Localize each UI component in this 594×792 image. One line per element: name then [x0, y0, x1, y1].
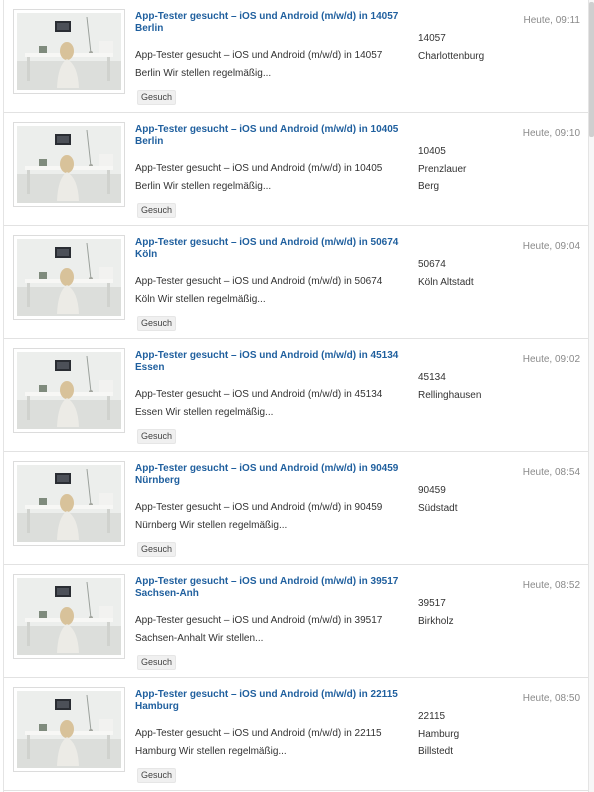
listing-results: App-Tester gesucht – iOS und Android (m/… — [3, 0, 589, 792]
listing-postal-code: 22115 — [418, 711, 446, 722]
listing-thumbnail[interactable] — [13, 687, 125, 772]
listing-thumbnail[interactable] — [13, 461, 125, 546]
listing-title-link[interactable]: App-Tester gesucht – iOS und Android (m/… — [135, 576, 415, 600]
listing-postal-code: 10405 — [418, 146, 446, 157]
listing-type-badge: Gesuch — [137, 90, 177, 105]
listing-description-line: App-Tester gesucht – iOS und Android (m/… — [135, 502, 383, 513]
scrollbar[interactable] — [589, 0, 594, 792]
listing-location: 50674 Köln Altstadt — [418, 256, 518, 291]
listing-district: Hamburg — [418, 728, 460, 740]
listing-thumbnail[interactable] — [13, 235, 125, 320]
listing-type-badge: Gesuch — [137, 655, 177, 670]
listing-thumbnail[interactable] — [13, 574, 125, 659]
listing-type-badge: Gesuch — [137, 316, 177, 331]
listing-location: 10405 Prenzlauer Berg — [418, 143, 518, 196]
listing-district: Köln Altstadt — [418, 276, 474, 288]
listing-description-line: App-Tester gesucht – iOS und Android (m/… — [135, 50, 383, 61]
listing-description-line: App-Tester gesucht – iOS und Android (m/… — [135, 615, 383, 626]
listing-row[interactable]: App-Tester gesucht – iOS und Android (m/… — [4, 226, 588, 339]
listing-timestamp: Heute, 09:11 — [523, 15, 580, 26]
listing-row[interactable]: App-Tester gesucht – iOS und Android (m/… — [4, 678, 588, 791]
listing-title-link[interactable]: App-Tester gesucht – iOS und Android (m/… — [135, 237, 415, 261]
listing-description: App-Tester gesucht – iOS und Android (m/… — [135, 160, 410, 195]
listing-district: Birkholz — [418, 615, 454, 627]
listing-description-line: Berlin Wir stellen regelmäßig... — [135, 180, 272, 192]
listing-description-line: Sachsen-Anhalt Wir stellen... — [135, 632, 264, 644]
listing-thumbnail[interactable] — [13, 9, 125, 94]
listing-type-badge: Gesuch — [137, 429, 177, 444]
listing-postal-code: 14057 — [418, 33, 446, 44]
listing-description: App-Tester gesucht – iOS und Android (m/… — [135, 47, 410, 82]
listing-description-line: Köln Wir stellen regelmäßig... — [135, 293, 266, 305]
listing-description-line: Hamburg Wir stellen regelmäßig... — [135, 745, 287, 757]
listing-location: 45134 Rellinghausen — [418, 369, 518, 404]
listing-location: 14057 Charlottenburg — [418, 30, 518, 65]
listing-title-link[interactable]: App-Tester gesucht – iOS und Android (m/… — [135, 463, 415, 487]
listing-description-line: App-Tester gesucht – iOS und Android (m/… — [135, 276, 383, 287]
listing-row[interactable]: App-Tester gesucht – iOS und Android (m/… — [4, 0, 588, 113]
listing-row[interactable]: App-Tester gesucht – iOS und Android (m/… — [4, 339, 588, 452]
listing-timestamp: Heute, 09:04 — [522, 241, 580, 252]
listing-title-link[interactable]: App-Tester gesucht – iOS und Android (m/… — [135, 350, 415, 374]
listing-location: 90459 Südstadt — [418, 482, 518, 517]
listing-location: 39517 Birkholz — [418, 595, 518, 630]
listing-timestamp: Heute, 09:02 — [522, 354, 580, 365]
listing-row[interactable]: App-Tester gesucht – iOS und Android (m/… — [4, 452, 588, 565]
listing-location: 22115 Hamburg Billstedt — [418, 708, 518, 761]
listing-description: App-Tester gesucht – iOS und Android (m/… — [135, 273, 410, 308]
listing-description-line: App-Tester gesucht – iOS und Android (m/… — [135, 163, 383, 174]
listing-description-line: Essen Wir stellen regelmäßig... — [135, 406, 274, 418]
listing-postal-code: 45134 — [418, 372, 446, 383]
listing-description: App-Tester gesucht – iOS und Android (m/… — [135, 725, 410, 760]
listing-description-line: App-Tester gesucht – iOS und Android (m/… — [135, 728, 382, 739]
listing-timestamp: Heute, 08:52 — [522, 580, 580, 591]
scrollbar-thumb[interactable] — [589, 2, 594, 137]
listing-district: Rellinghausen — [418, 389, 482, 401]
listing-title-link[interactable]: App-Tester gesucht – iOS und Android (m/… — [135, 689, 415, 713]
listing-postal-code: 50674 — [418, 259, 446, 270]
listing-district-cont: Berg — [418, 181, 440, 192]
listing-description: App-Tester gesucht – iOS und Android (m/… — [135, 499, 410, 534]
listing-title-link[interactable]: App-Tester gesucht – iOS und Android (m/… — [135, 124, 415, 148]
listing-timestamp: Heute, 08:50 — [522, 693, 580, 704]
listing-page: App-Tester gesucht – iOS und Android (m/… — [0, 0, 594, 792]
listing-type-badge: Gesuch — [137, 542, 177, 557]
listing-type-badge: Gesuch — [137, 768, 177, 783]
listing-thumbnail[interactable] — [13, 122, 125, 207]
listing-postal-code: 90459 — [418, 485, 446, 496]
listing-description: App-Tester gesucht – iOS und Android (m/… — [135, 612, 410, 647]
listing-row[interactable]: App-Tester gesucht – iOS und Android (m/… — [4, 565, 588, 678]
listing-type-badge: Gesuch — [137, 203, 177, 218]
listing-timestamp: Heute, 09:10 — [522, 128, 580, 139]
listing-description-line: App-Tester gesucht – iOS und Android (m/… — [135, 389, 383, 400]
listing-description-line: Nürnberg Wir stellen regelmäßig... — [135, 519, 288, 531]
listing-description-line: Berlin Wir stellen regelmäßig... — [135, 67, 272, 79]
listing-district-cont: Billstedt — [418, 746, 454, 757]
listing-postal-code: 39517 — [418, 598, 446, 609]
listing-district: Südstadt — [418, 502, 458, 514]
listing-description: App-Tester gesucht – iOS und Android (m/… — [135, 386, 410, 421]
listing-district: Prenzlauer — [418, 163, 467, 175]
listing-timestamp: Heute, 08:54 — [522, 467, 580, 478]
listing-thumbnail[interactable] — [13, 348, 125, 433]
listing-district: Charlottenburg — [418, 50, 485, 62]
listing-title-link[interactable]: App-Tester gesucht – iOS und Android (m/… — [135, 11, 415, 35]
listing-row[interactable]: App-Tester gesucht – iOS und Android (m/… — [4, 113, 588, 226]
